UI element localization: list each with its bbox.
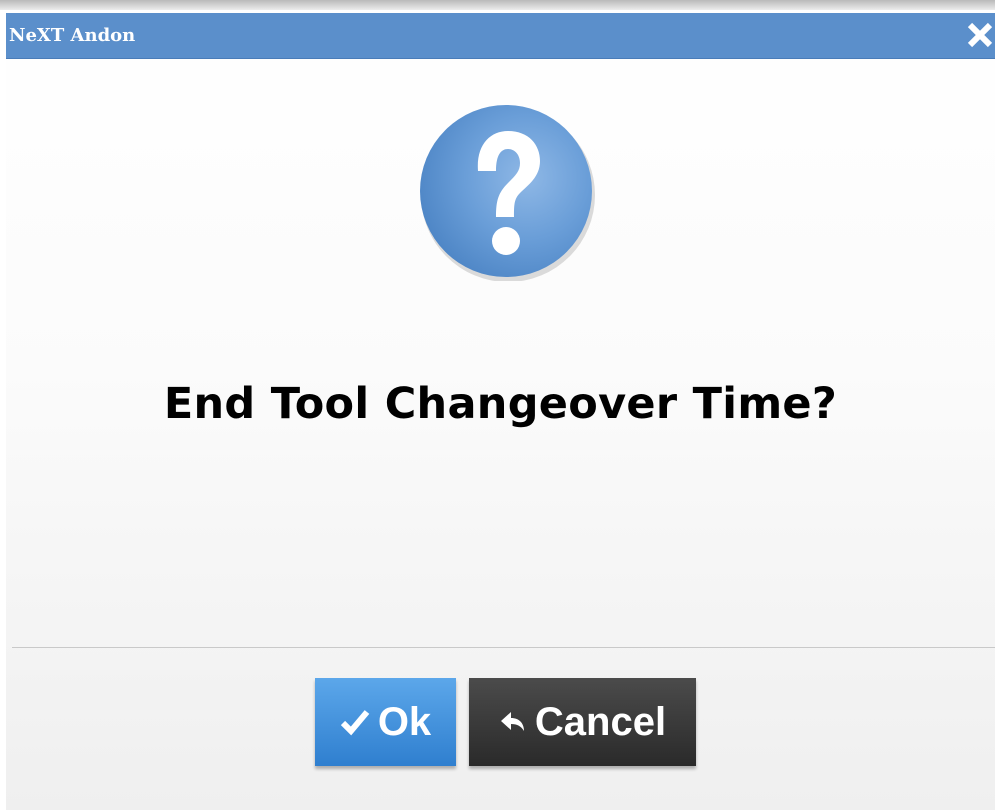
reply-arrow-icon <box>499 709 527 735</box>
close-button[interactable] <box>965 19 995 51</box>
close-icon <box>967 22 993 48</box>
cancel-button[interactable]: Cancel <box>469 678 696 766</box>
dialog-message: End Tool Changeover Time? <box>163 379 838 429</box>
cancel-button-label: Cancel <box>534 699 667 744</box>
dialog-titlebar: NeXT Andon <box>6 13 995 59</box>
window-top-strip <box>0 0 995 10</box>
checkmark-icon <box>340 708 370 736</box>
ok-button-label: Ok <box>377 699 432 744</box>
confirm-dialog: NeXT Andon End Tool Changeover Time? Ok … <box>6 13 995 810</box>
dialog-title: NeXT Andon <box>9 25 136 46</box>
divider <box>12 647 995 648</box>
question-icon <box>420 105 595 281</box>
ok-button[interactable]: Ok <box>315 678 456 766</box>
